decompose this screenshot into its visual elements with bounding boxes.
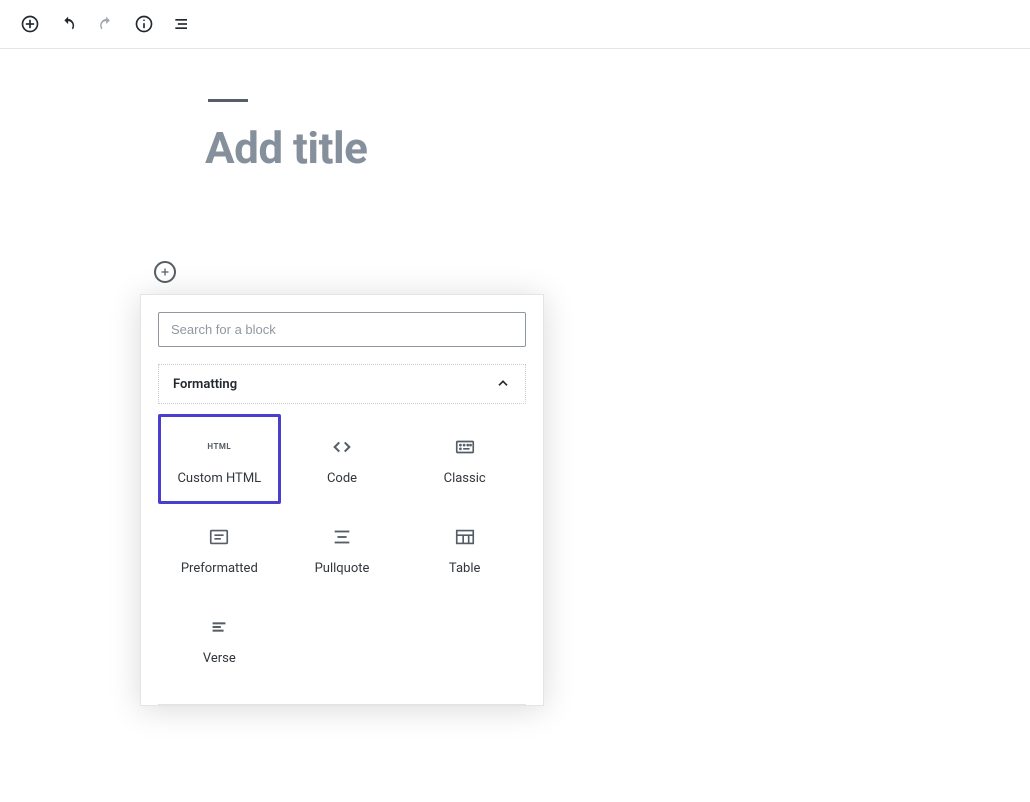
- block-classic[interactable]: Classic: [403, 414, 526, 504]
- block-label: Pullquote: [315, 561, 370, 576]
- block-label: Custom HTML: [177, 471, 261, 486]
- block-pullquote[interactable]: Pullquote: [281, 504, 404, 594]
- block-verse[interactable]: Verse: [158, 594, 281, 684]
- block-inserter-popover: Formatting HTML Custom HTML Code Classic…: [140, 294, 544, 706]
- add-block-button[interactable]: [20, 14, 40, 34]
- search-wrap: [141, 295, 543, 364]
- code-icon: [331, 436, 353, 458]
- editor-content: Add title: [0, 49, 1030, 174]
- block-custom-html[interactable]: HTML Custom HTML: [158, 414, 281, 504]
- title-input-placeholder[interactable]: Add title: [205, 122, 1030, 174]
- block-label: Verse: [203, 651, 236, 666]
- title-area[interactable]: Add title: [205, 99, 1030, 174]
- undo-button[interactable]: [58, 14, 78, 34]
- block-label: Preformatted: [181, 561, 258, 576]
- inserter-toggle[interactable]: [154, 261, 176, 283]
- block-label: Classic: [444, 471, 486, 486]
- block-search-input[interactable]: [158, 312, 526, 347]
- block-preformatted[interactable]: Preformatted: [158, 504, 281, 594]
- preformatted-icon: [208, 526, 230, 548]
- blocks-grid: HTML Custom HTML Code Classic Preformatt…: [141, 404, 543, 704]
- verse-icon: [208, 616, 230, 638]
- block-table[interactable]: Table: [403, 504, 526, 594]
- block-label: Code: [327, 471, 357, 486]
- plus-circle-icon: [20, 14, 40, 34]
- block-code[interactable]: Code: [281, 414, 404, 504]
- title-dash: [208, 99, 248, 102]
- block-label: Table: [449, 561, 480, 576]
- info-button[interactable]: [134, 14, 154, 34]
- plus-icon: [159, 266, 171, 278]
- table-icon: [454, 526, 476, 548]
- info-icon: [134, 14, 154, 34]
- outline-button[interactable]: [172, 14, 192, 34]
- top-toolbar: [0, 0, 1030, 49]
- pullquote-icon: [331, 526, 353, 548]
- redo-icon: [96, 14, 116, 34]
- category-label: Formatting: [173, 377, 237, 392]
- redo-button[interactable]: [96, 14, 116, 34]
- list-icon: [172, 14, 192, 34]
- chevron-up-icon: [495, 376, 511, 392]
- html-icon: HTML: [207, 442, 231, 451]
- undo-icon: [58, 14, 78, 34]
- keyboard-icon: [454, 436, 476, 458]
- category-formatting[interactable]: Formatting: [158, 364, 526, 404]
- divider: [158, 704, 526, 705]
